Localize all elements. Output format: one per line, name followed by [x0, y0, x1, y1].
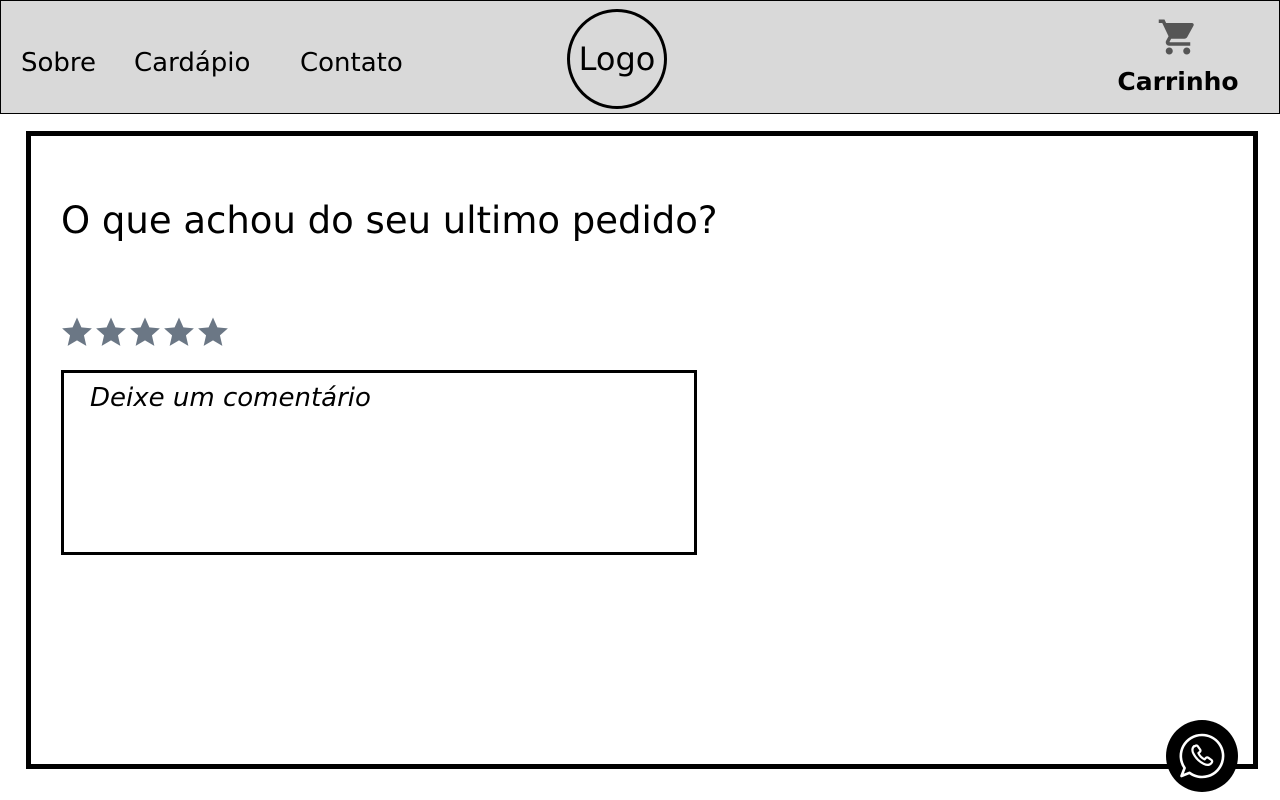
nav-link-contato[interactable]: Contato [300, 47, 403, 79]
star-icon-1[interactable] [60, 314, 94, 350]
cart-icon [1158, 19, 1194, 55]
nav-link-sobre[interactable]: Sobre [21, 47, 96, 79]
logo-text: Logo [578, 40, 656, 78]
review-question: O que achou do seu ultimo pedido? [61, 199, 718, 242]
star-icon-5[interactable] [196, 314, 230, 350]
whatsapp-icon [1179, 733, 1225, 779]
comment-input[interactable] [61, 370, 697, 555]
star-icon-4[interactable] [162, 314, 196, 350]
star-icon-2[interactable] [94, 314, 128, 350]
star-icon-3[interactable] [128, 314, 162, 350]
logo[interactable]: Logo [567, 9, 667, 109]
star-rating[interactable] [60, 314, 230, 350]
top-header: Sobre Cardápio Contato Logo Carrinho [0, 0, 1280, 114]
cart-label: Carrinho [1117, 67, 1239, 96]
whatsapp-button[interactable] [1166, 720, 1238, 792]
nav-link-cardapio[interactable]: Cardápio [134, 47, 250, 79]
cart-button[interactable]: Carrinho [1113, 13, 1243, 103]
